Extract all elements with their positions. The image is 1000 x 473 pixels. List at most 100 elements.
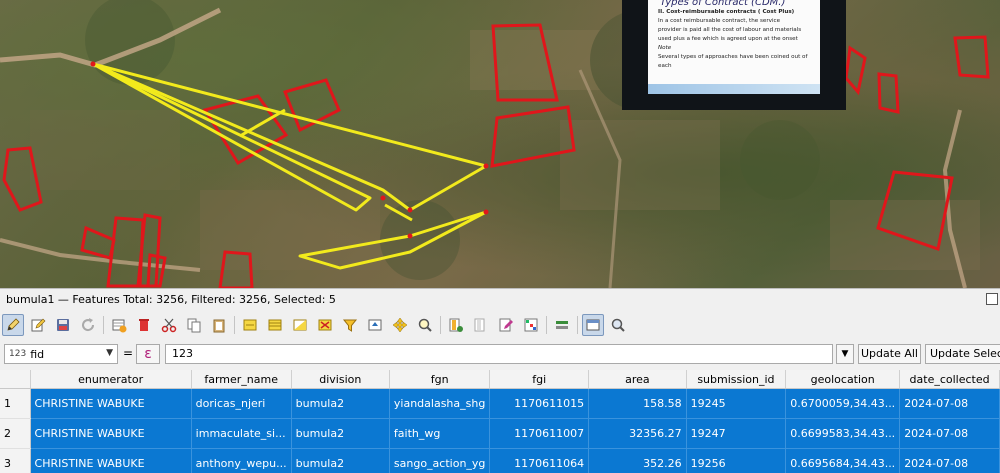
update-all-button[interactable]: Update All bbox=[858, 344, 921, 364]
cell-division[interactable]: bumula2 bbox=[291, 389, 389, 419]
cell-fgn[interactable]: faith_wg bbox=[389, 419, 490, 449]
cell-date-collected[interactable]: 2024-07-08 bbox=[900, 419, 1000, 449]
toolbar-separator bbox=[103, 316, 104, 334]
select-all-icon[interactable] bbox=[264, 314, 286, 336]
table-row[interactable]: 2 CHRISTINE WABUKE immaculate_si... bumu… bbox=[0, 419, 1000, 449]
column-header[interactable]: submission_id bbox=[686, 370, 786, 389]
cell-enumerator[interactable]: CHRISTINE WABUKE bbox=[30, 449, 191, 473]
paste-icon[interactable] bbox=[208, 314, 230, 336]
slide-line: II. Cost-reimbursable contracts ( Cost P… bbox=[648, 8, 820, 17]
slide-page: Types of Contract (CDM.) II. Cost-reimbu… bbox=[648, 0, 820, 94]
attribute-toolbar bbox=[2, 313, 632, 337]
cell-date-collected[interactable]: 2024-07-08 bbox=[900, 449, 1000, 473]
invert-selection-icon[interactable] bbox=[289, 314, 311, 336]
cell-area[interactable]: 158.58 bbox=[589, 389, 687, 419]
column-header[interactable]: farmer_name bbox=[191, 370, 291, 389]
column-header[interactable]: date_collected bbox=[900, 370, 1000, 389]
chevron-down-icon[interactable]: ▼ bbox=[836, 344, 854, 364]
cell-farmer-name[interactable]: immaculate_si... bbox=[191, 419, 291, 449]
new-field-icon[interactable] bbox=[445, 314, 467, 336]
delete-field-icon[interactable] bbox=[470, 314, 492, 336]
cell-farmer-name[interactable]: doricas_njeri bbox=[191, 389, 291, 419]
move-top-icon[interactable] bbox=[364, 314, 386, 336]
cell-fgn[interactable]: yiandalasha_shg bbox=[389, 389, 490, 419]
toolbar-separator bbox=[440, 316, 441, 334]
slide-overlay: Types of Contract (CDM.) II. Cost-reimbu… bbox=[622, 0, 846, 110]
row-number[interactable]: 2 bbox=[0, 419, 30, 449]
slide-footer-band bbox=[648, 84, 820, 94]
zoom-icon[interactable] bbox=[607, 314, 629, 336]
toolbar-separator bbox=[577, 316, 578, 334]
cell-submission-id[interactable]: 19245 bbox=[686, 389, 786, 419]
field-calculator-icon[interactable] bbox=[495, 314, 517, 336]
toolbar-separator bbox=[546, 316, 547, 334]
column-header[interactable]: geolocation bbox=[786, 370, 900, 389]
attribute-table[interactable]: enumerator farmer_name division fgn fgi … bbox=[0, 370, 1000, 473]
cell-area[interactable]: 352.26 bbox=[589, 449, 687, 473]
column-header[interactable]: area bbox=[589, 370, 687, 389]
pan-to-selection-icon[interactable] bbox=[389, 314, 411, 336]
delete-icon[interactable] bbox=[133, 314, 155, 336]
column-header[interactable]: fgn bbox=[389, 370, 490, 389]
slide-line: used plus a fee which is agreed upon at … bbox=[648, 35, 820, 44]
slide-line: each bbox=[648, 62, 820, 71]
cell-geolocation[interactable]: 0.6699583,34.43... bbox=[786, 419, 900, 449]
deselect-icon[interactable] bbox=[314, 314, 336, 336]
column-header[interactable]: division bbox=[291, 370, 389, 389]
conditional-format-icon[interactable] bbox=[520, 314, 542, 336]
filter-icon[interactable] bbox=[339, 314, 361, 336]
cell-fgn[interactable]: sango_action_yg bbox=[389, 449, 490, 473]
edit-pencil-icon[interactable] bbox=[2, 314, 24, 336]
cell-area[interactable]: 32356.27 bbox=[589, 419, 687, 449]
cell-submission-id[interactable]: 19247 bbox=[686, 419, 786, 449]
cell-enumerator[interactable]: CHRISTINE WABUKE bbox=[30, 419, 191, 449]
panel-title: bumula1 — Features Total: 3256, Filtered… bbox=[6, 293, 336, 306]
cell-geolocation[interactable]: 0.6700059,34.43... bbox=[786, 389, 900, 419]
field-name: fid bbox=[30, 348, 44, 361]
expression-builder-button[interactable]: ε bbox=[136, 344, 160, 364]
update-selected-button[interactable]: Update Selected bbox=[925, 344, 1000, 364]
float-panel-icon[interactable] bbox=[986, 293, 998, 305]
expression-select-icon[interactable] bbox=[239, 314, 261, 336]
map-features[interactable] bbox=[0, 0, 1000, 288]
cell-division[interactable]: bumula2 bbox=[291, 449, 389, 473]
field-select[interactable]: 123 fid ▼ bbox=[4, 344, 118, 364]
column-header[interactable]: enumerator bbox=[30, 370, 191, 389]
column-header[interactable]: fgi bbox=[490, 370, 589, 389]
cell-fgi[interactable]: 1170611015 bbox=[490, 389, 589, 419]
cut-icon[interactable] bbox=[158, 314, 180, 336]
cell-geolocation[interactable]: 0.6695684,34.43... bbox=[786, 449, 900, 473]
add-feature-icon[interactable] bbox=[108, 314, 130, 336]
field-update-bar: 123 fid ▼ = ε 123 ▼ Update All Update Se… bbox=[2, 344, 1000, 366]
row-number[interactable]: 1 bbox=[0, 389, 30, 419]
row-number[interactable]: 3 bbox=[0, 449, 30, 473]
cell-date-collected[interactable]: 2024-07-08 bbox=[900, 389, 1000, 419]
dock-icon[interactable] bbox=[582, 314, 604, 336]
toolbar-separator bbox=[234, 316, 235, 334]
zoom-to-selection-icon[interactable] bbox=[414, 314, 436, 336]
multi-edit-icon[interactable] bbox=[27, 314, 49, 336]
cell-fgi[interactable]: 1170611064 bbox=[490, 449, 589, 473]
table-row[interactable]: 3 CHRISTINE WABUKE anthony_wepu... bumul… bbox=[0, 449, 1000, 473]
slide-line: provider is paid all the cost of labour … bbox=[648, 26, 820, 35]
chevron-down-icon: ▼ bbox=[106, 348, 113, 358]
table-row[interactable]: 1 CHRISTINE WABUKE doricas_njeri bumula2… bbox=[0, 389, 1000, 419]
expression-input[interactable]: 123 bbox=[165, 344, 833, 364]
slide-line: Note bbox=[648, 44, 820, 53]
slide-line: Several types of approaches have been co… bbox=[648, 53, 820, 62]
cell-division[interactable]: bumula2 bbox=[291, 419, 389, 449]
field-type-label: 123 bbox=[9, 349, 26, 359]
save-icon[interactable] bbox=[52, 314, 74, 336]
cell-fgi[interactable]: 1170611007 bbox=[490, 419, 589, 449]
reload-icon[interactable] bbox=[77, 314, 99, 336]
attribute-table-panel: bumula1 — Features Total: 3256, Filtered… bbox=[0, 288, 1000, 473]
row-header-corner[interactable] bbox=[0, 370, 30, 389]
map-canvas[interactable]: Types of Contract (CDM.) II. Cost-reimbu… bbox=[0, 0, 1000, 288]
slide-heading: Types of Contract (CDM.) bbox=[660, 0, 820, 8]
cell-submission-id[interactable]: 19256 bbox=[686, 449, 786, 473]
actions-icon[interactable] bbox=[551, 314, 573, 336]
cell-enumerator[interactable]: CHRISTINE WABUKE bbox=[30, 389, 191, 419]
cell-farmer-name[interactable]: anthony_wepu... bbox=[191, 449, 291, 473]
copy-icon[interactable] bbox=[183, 314, 205, 336]
equals-label: = bbox=[123, 346, 133, 360]
